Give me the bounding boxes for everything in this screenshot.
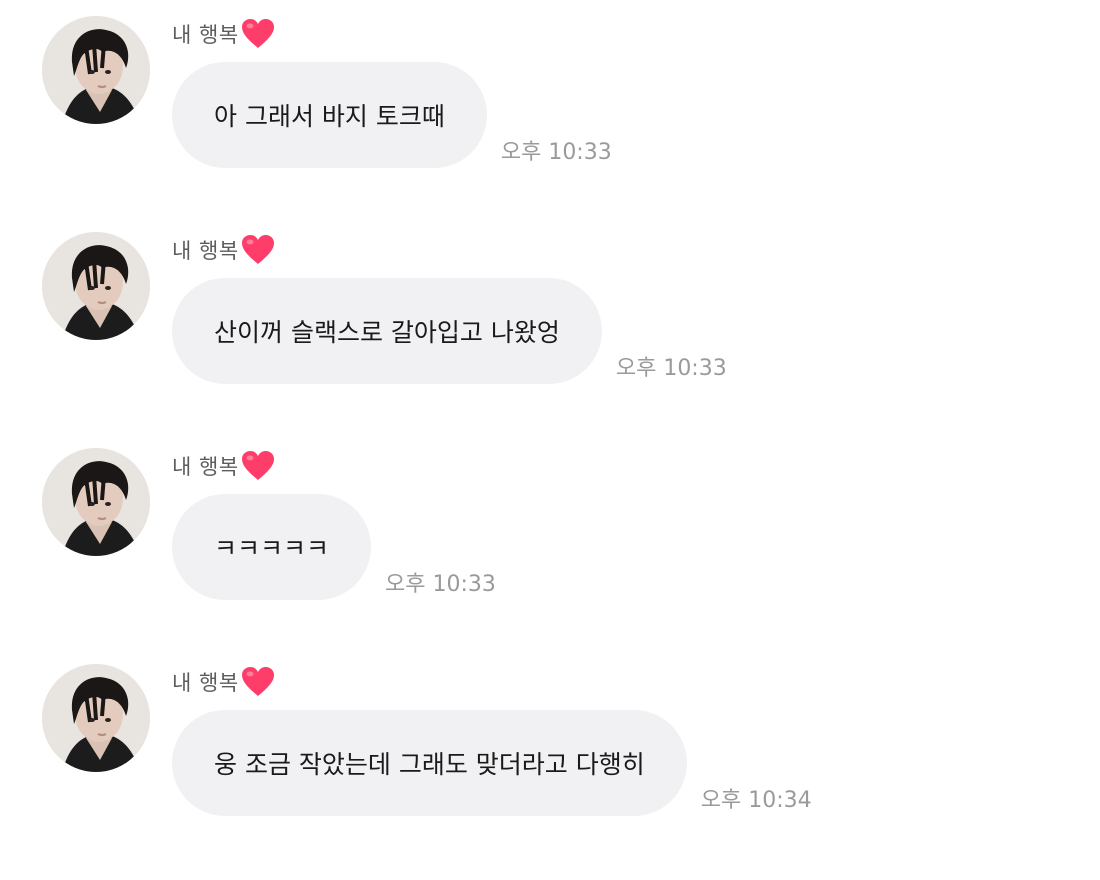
message-row: 웅 조금 작았는데 그래도 맞더라고 다행히 오후 10:34 — [172, 710, 812, 816]
avatar[interactable] — [42, 16, 150, 124]
avatar[interactable] — [42, 664, 150, 772]
message-timestamp: 오후 10:33 — [500, 140, 612, 165]
sender-name-text: 내 행복 — [172, 23, 239, 47]
message-group: 내 행복 아 그래서 바지 토크때 오후 10:33 — [0, 16, 1100, 216]
message-timestamp: 오후 10:33 — [385, 572, 496, 597]
sender-name-text: 내 행복 — [172, 455, 239, 479]
profile-photo-icon — [42, 664, 150, 772]
message-row: ㅋㅋㅋㅋㅋ 오후 10:33 — [172, 494, 496, 600]
message-row: 아 그래서 바지 토크때 오후 10:33 — [172, 62, 612, 168]
sender-name: 내 행복 — [172, 16, 275, 52]
message-bubble[interactable]: 아 그래서 바지 토크때 — [172, 62, 487, 168]
avatar[interactable] — [42, 232, 150, 340]
message-timestamp: 오후 10:34 — [700, 788, 812, 813]
message-bubble[interactable]: ㅋㅋㅋㅋㅋ — [172, 494, 372, 600]
chat-message-list: 내 행복 아 그래서 바지 토크때 오후 10:33 내 행복 산이꺼 슬랙스로… — [0, 0, 1100, 880]
avatar[interactable] — [42, 448, 150, 556]
message-bubble[interactable]: 산이꺼 슬랙스로 갈아입고 나왔엉 — [172, 278, 602, 384]
profile-photo-icon — [42, 448, 150, 556]
profile-photo-icon — [42, 16, 150, 124]
message-group: 내 행복 산이꺼 슬랙스로 갈아입고 나왔엉 오후 10:33 — [0, 232, 1100, 432]
sender-name: 내 행복 — [172, 664, 275, 700]
message-group: 내 행복 웅 조금 작았는데 그래도 맞더라고 다행히 오후 10:34 — [0, 664, 1100, 864]
heart-icon — [241, 666, 275, 698]
profile-photo-icon — [42, 232, 150, 340]
message-row: 산이꺼 슬랙스로 갈아입고 나왔엉 오후 10:33 — [172, 278, 727, 384]
sender-name-text: 내 행복 — [172, 671, 239, 695]
heart-icon — [241, 450, 275, 482]
heart-icon — [241, 234, 275, 266]
message-timestamp: 오후 10:33 — [615, 356, 727, 381]
sender-name: 내 행복 — [172, 448, 275, 484]
heart-icon — [241, 18, 275, 50]
message-group: 내 행복 ㅋㅋㅋㅋㅋ 오후 10:33 — [0, 448, 1100, 648]
message-bubble[interactable]: 웅 조금 작았는데 그래도 맞더라고 다행히 — [172, 710, 687, 816]
sender-name-text: 내 행복 — [172, 239, 239, 263]
sender-name: 내 행복 — [172, 232, 275, 268]
